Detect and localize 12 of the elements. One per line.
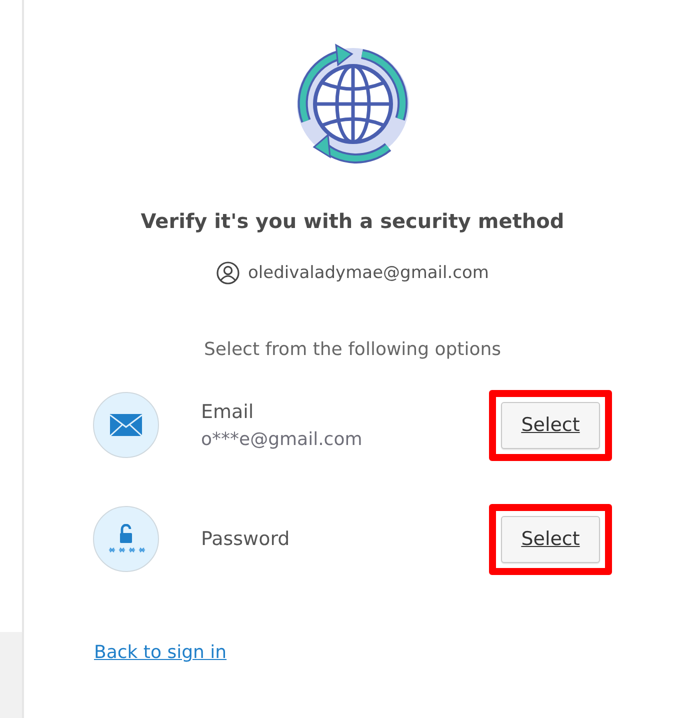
padlock-icon: [106, 524, 146, 554]
select-button[interactable]: Select: [501, 516, 600, 562]
method-label: Password: [201, 528, 291, 550]
page-title: Verify it's you with a security method: [140, 209, 564, 233]
user-icon: [216, 261, 240, 285]
account-email: oledivaladymae@gmail.com: [248, 263, 489, 283]
back-to-sign-in-link[interactable]: Back to sign in: [94, 642, 227, 663]
method-label: Email: [201, 400, 255, 422]
select-button[interactable]: Select: [501, 402, 600, 448]
envelope-icon: [110, 414, 142, 436]
method-detail: o***e@gmail.com: [201, 428, 364, 450]
options-prompt: Select from the following options: [204, 339, 502, 360]
